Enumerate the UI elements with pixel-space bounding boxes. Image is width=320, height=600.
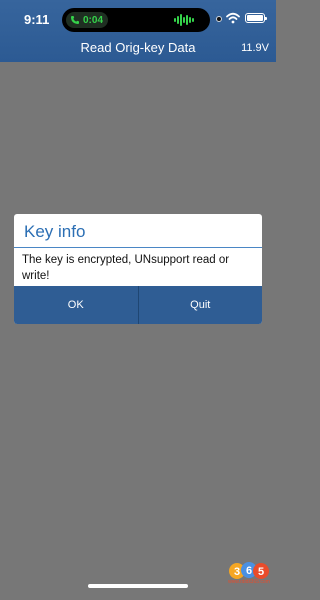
page-title: Read Orig-key Data xyxy=(80,40,196,55)
logo-365-icon: 3 6 5 xyxy=(229,562,269,579)
app-header: 9:11 0:04 Read Orig-key Data 11.9V xyxy=(0,0,276,62)
key-info-dialog: Key info The key is encrypted, UNsupport… xyxy=(14,214,262,324)
voltage-readout: 11.9V xyxy=(241,42,269,54)
call-timer: 0:04 xyxy=(83,14,104,26)
ok-button[interactable]: OK xyxy=(14,286,138,324)
battery-icon xyxy=(245,13,267,23)
svg-text:6: 6 xyxy=(246,565,252,577)
phone-icon xyxy=(71,16,79,24)
svg-text:5: 5 xyxy=(258,566,264,578)
svg-text:3: 3 xyxy=(234,566,240,578)
dynamic-island: 0:04 xyxy=(62,8,210,32)
dialog-title: Key info xyxy=(24,222,86,241)
watermark-logo: 3 6 5 www.obdii365.com xyxy=(228,561,270,589)
audio-wave-icon xyxy=(174,14,194,26)
dialog-divider xyxy=(14,247,262,248)
home-indicator[interactable] xyxy=(88,584,188,588)
status-time: 9:11 xyxy=(24,12,50,27)
dialog-message: The key is encrypted, UNsupport read or … xyxy=(22,254,230,282)
call-indicator[interactable]: 0:04 xyxy=(66,12,109,28)
wifi-icon xyxy=(226,12,240,24)
watermark-url: www.obdii365.com xyxy=(228,579,270,585)
camera-dot-icon xyxy=(216,16,222,22)
quit-button[interactable]: Quit xyxy=(137,286,262,324)
dialog-button-row: OK Quit xyxy=(14,286,262,324)
